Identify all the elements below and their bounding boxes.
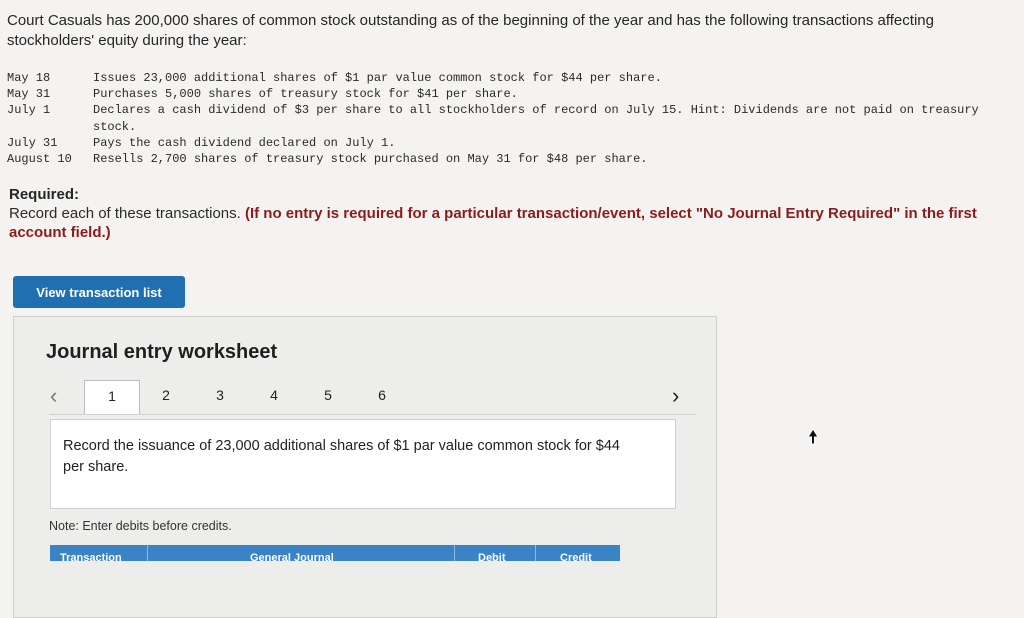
- chevron-right-icon[interactable]: ›: [672, 383, 679, 409]
- transaction-row: July 31 Pays the cash dividend declared …: [7, 135, 993, 151]
- tab-4[interactable]: 4: [247, 380, 301, 410]
- journal-table-header: Transaction General Journal Debit Credit: [50, 545, 620, 561]
- transaction-date: May 18: [7, 71, 51, 85]
- transaction-date: May 31: [7, 87, 51, 102]
- debit-credit-note: Note: Enter debits before credits.: [49, 519, 232, 533]
- mouse-cursor-icon: [807, 428, 819, 445]
- transaction-date: July 1: [7, 103, 51, 118]
- column-divider: [147, 545, 148, 561]
- transaction-date: August 10: [7, 152, 72, 167]
- transaction-table: May 18 Issues 23,000 additional shares o…: [7, 70, 993, 167]
- column-header-transaction: Transaction: [60, 552, 122, 561]
- column-header-general-journal: General Journal: [250, 552, 334, 561]
- tab-6[interactable]: 6: [355, 380, 409, 410]
- transaction-description: Purchases 5,000 shares of treasury stock…: [93, 87, 518, 102]
- transaction-description: Pays the cash dividend declared on July …: [93, 135, 396, 150]
- transaction-date: July 31: [7, 135, 58, 150]
- chevron-left-icon[interactable]: ‹: [50, 383, 57, 409]
- tab-2[interactable]: 2: [139, 380, 193, 410]
- worksheet-title: Journal entry worksheet: [46, 341, 278, 363]
- column-header-debit: Debit: [478, 552, 506, 561]
- column-divider: [454, 545, 455, 561]
- required-text: Record each of these transactions.: [9, 205, 241, 222]
- view-transaction-list-button[interactable]: View transaction list: [13, 276, 185, 308]
- journal-entry-worksheet: Journal entry worksheet ‹ 1 2 3 4 5 6 › …: [13, 316, 717, 618]
- tab-1[interactable]: 1: [84, 380, 140, 415]
- transaction-row: May 18 Issues 23,000 additional shares o…: [7, 70, 993, 86]
- tab-5[interactable]: 5: [301, 380, 355, 410]
- problem-intro: Court Casuals has 200,000 shares of comm…: [7, 12, 934, 49]
- transaction-row: August 10 Resells 2,700 shares of treasu…: [7, 151, 993, 167]
- required-section: Required: Record each of these transacti…: [9, 185, 999, 242]
- instruction-text: Record the issuance of 23,000 additional…: [63, 438, 620, 475]
- column-header-credit: Credit: [560, 552, 592, 561]
- tab-divider: [49, 414, 696, 415]
- transaction-description: Issues 23,000 additional shares of $1 pa…: [93, 71, 662, 85]
- column-divider: [535, 545, 536, 561]
- tab-3[interactable]: 3: [193, 380, 247, 410]
- instruction-card: Record the issuance of 23,000 additional…: [50, 419, 676, 509]
- transaction-description: Resells 2,700 shares of treasury stock p…: [93, 152, 648, 167]
- transaction-description: Declares a cash dividend of $3 per share…: [93, 103, 979, 134]
- required-heading: Required:: [9, 186, 80, 203]
- transaction-row: May 31 Purchases 5,000 shares of treasur…: [7, 86, 993, 102]
- transaction-row: July 1 Declares a cash dividend of $3 pe…: [7, 102, 993, 134]
